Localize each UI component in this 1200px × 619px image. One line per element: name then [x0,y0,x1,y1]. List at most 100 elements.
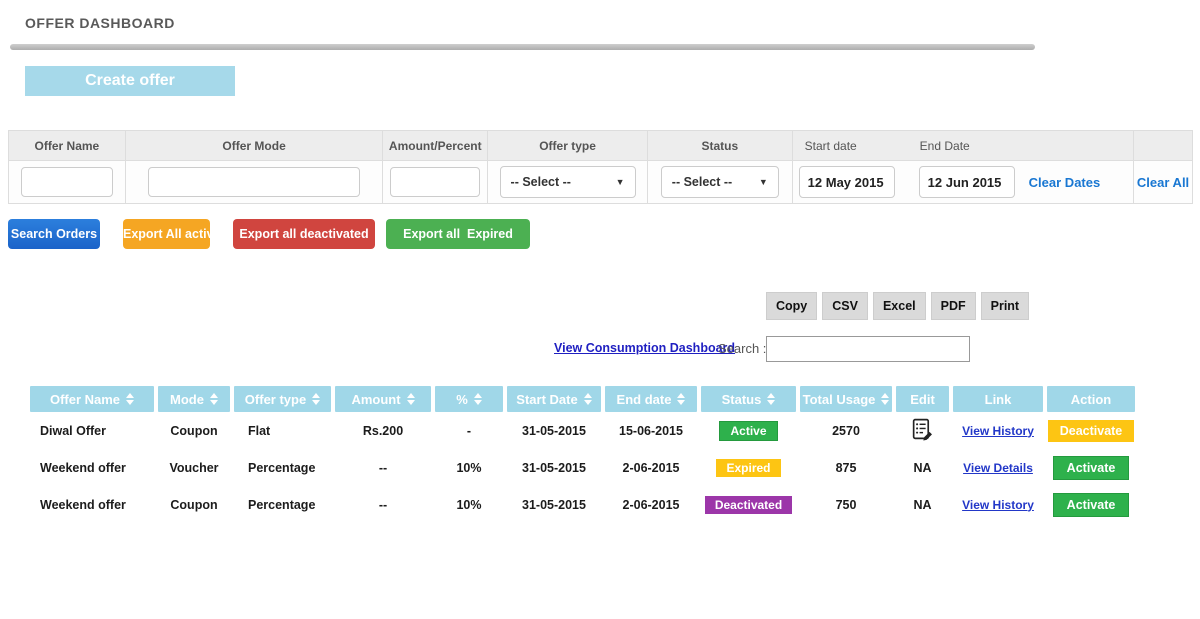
export-all-deactivated-button[interactable]: Export all deactivated [233,219,375,249]
deactivate-button[interactable]: Deactivate [1047,419,1135,442]
table-search-input[interactable] [766,336,970,362]
table-body: Diwal Offer Coupon Flat Rs.200 - 31-05-2… [30,412,1135,523]
status-badge: Expired [716,458,781,477]
cell-offer-name: Weekend offer [40,460,126,475]
create-offer-button[interactable]: Create offer [25,66,235,96]
table-search-label: Search : [718,341,767,356]
column-header-action: Action [1047,386,1135,412]
export-all-active-button[interactable]: Export All active [123,219,221,249]
title-divider [10,44,1035,50]
table-row: Weekend offer Voucher Percentage -- 10% … [30,449,1135,486]
cell-start-date: 31-05-2015 [522,460,586,475]
sort-icon [677,393,686,405]
cell-end-date: 2-06-2015 [622,497,680,512]
start-date-input[interactable] [798,166,895,198]
filter-end-date-label: End Date [919,138,970,153]
cell-amount: -- [378,460,388,475]
cell-total-usage: 2570 [832,423,860,438]
chevron-down-icon: ▼ [615,177,625,187]
csv-button[interactable]: CSV [822,292,868,320]
clear-all-link[interactable]: Clear All [1137,175,1189,190]
export-all-expired-button[interactable]: Export all Expired [386,219,530,249]
offer-name-input[interactable] [20,167,113,197]
offer-dashboard-page: OFFER DASHBOARD Create offer Offer Name … [0,0,1200,619]
cell-percent: 10% [456,497,482,512]
cell-offer-name: Weekend offer [40,497,126,512]
column-header-mode[interactable]: Mode [158,386,230,412]
status-badge: Deactivated [704,495,793,514]
sort-icon [126,393,135,405]
sort-icon [583,393,592,405]
table-header-row: Offer Name Mode Offer type Amount % Star… [30,386,1135,412]
cell-start-date: 31-05-2015 [522,423,586,438]
sort-icon [312,393,321,405]
activate-button[interactable]: Activate [1053,455,1129,480]
cell-end-date: 15-06-2015 [619,423,683,438]
copy-button[interactable]: Copy [766,292,818,320]
offer-mode-input[interactable] [148,167,361,197]
status-select[interactable]: -- Select -- ▼ [660,166,779,198]
column-header-status[interactable]: Status [701,386,796,412]
filter-offer-type-label: Offer type [539,138,596,153]
view-details-link[interactable]: View Details [963,461,1033,475]
table-row: Weekend offer Coupon Percentage -- 10% 3… [30,486,1135,523]
cell-percent: - [466,423,472,438]
filter-panel: Offer Name Offer Mode Amount/Percent Off… [8,130,1193,204]
offer-type-select[interactable]: -- Select -- ▼ [499,166,636,198]
column-header-offer-name[interactable]: Offer Name [30,386,154,412]
excel-button[interactable]: Excel [872,292,926,320]
sort-icon [473,393,482,405]
column-header-start-date[interactable]: Start Date [507,386,601,412]
view-history-link[interactable]: View History [962,424,1034,438]
datatable-export-toolbar: Copy CSV Excel PDF Print [766,292,1030,320]
end-date-input[interactable] [918,166,1015,198]
offer-type-selected-value: -- Select -- [510,175,571,189]
edit-icon[interactable] [910,417,935,442]
cell-offer-type: Percentage [248,497,316,512]
view-consumption-dashboard-link[interactable]: View Consumption Dashboard [554,341,735,355]
status-selected-value: -- Select -- [671,175,733,189]
cell-total-usage: 875 [835,460,857,475]
chevron-down-icon: ▼ [758,177,768,187]
sort-icon [209,393,218,405]
cell-mode: Coupon [170,497,218,512]
cell-amount: Rs.200 [362,423,404,438]
filter-header-row: Offer Name Offer Mode Amount/Percent Off… [9,131,1192,161]
clear-dates-link[interactable]: Clear Dates [1029,175,1101,190]
cell-amount: -- [378,497,388,512]
cell-offer-name: Diwal Offer [40,423,106,438]
sort-icon [881,393,890,405]
search-orders-button[interactable]: Search Orders [8,219,100,249]
cell-mode: Voucher [169,460,219,475]
column-header-edit: Edit [896,386,949,412]
cell-offer-type: Flat [248,423,271,438]
view-history-link[interactable]: View History [962,498,1034,512]
column-header-offer-type[interactable]: Offer type [234,386,331,412]
column-header-link: Link [953,386,1043,412]
status-badge: Active [719,420,778,441]
sort-icon [406,393,415,405]
column-header-end-date[interactable]: End date [605,386,697,412]
cell-percent: 10% [456,460,482,475]
page-title: OFFER DASHBOARD [25,15,175,31]
cell-start-date: 31-05-2015 [522,497,586,512]
filter-offer-name-label: Offer Name [34,138,100,153]
filter-input-row: -- Select -- ▼ -- Select -- ▼ Clear Date… [9,161,1192,203]
cell-total-usage: 750 [835,497,857,512]
filter-offer-mode-label: Offer Mode [222,138,286,153]
activate-button[interactable]: Activate [1053,492,1129,517]
print-button[interactable]: Print [980,292,1030,320]
column-header-total-usage[interactable]: Total Usage [800,386,892,412]
cell-end-date: 2-06-2015 [622,460,680,475]
cell-offer-type: Percentage [248,460,316,475]
cell-edit-na: NA [913,460,932,475]
sort-icon [767,393,776,405]
cell-mode: Coupon [170,423,218,438]
column-header-amount[interactable]: Amount [335,386,431,412]
column-header-percent[interactable]: % [435,386,503,412]
cell-edit-na: NA [913,497,932,512]
table-row: Diwal Offer Coupon Flat Rs.200 - 31-05-2… [30,412,1135,449]
pdf-button[interactable]: PDF [930,292,976,320]
filter-status-label: Status [701,138,739,153]
amount-percent-input[interactable] [390,167,481,197]
